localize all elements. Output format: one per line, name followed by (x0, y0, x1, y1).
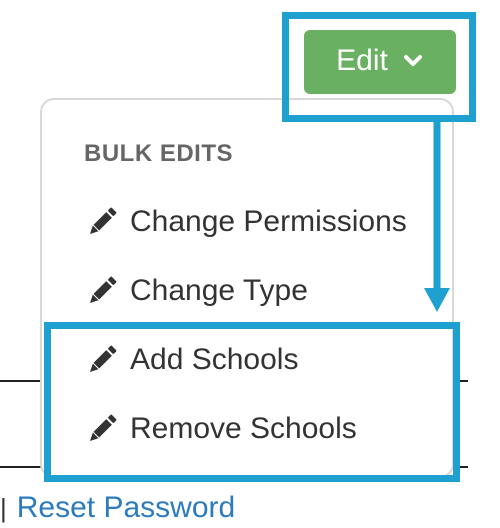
menu-item-label: Change Type (130, 274, 308, 307)
menu-item-label: Change Permissions (130, 205, 407, 238)
menu-item-change-permissions[interactable]: Change Permissions (84, 200, 407, 244)
menu-item-label: Add Schools (130, 343, 299, 376)
menu-item-label: Remove Schools (130, 412, 357, 445)
menu-item-change-type[interactable]: Change Type (84, 269, 308, 313)
pencil-icon (84, 411, 120, 447)
pencil-icon (84, 273, 120, 309)
bulk-edits-menu: BULK EDITS Change Permissions Change Typ… (40, 98, 454, 478)
edit-button-label: Edit (336, 44, 388, 77)
row-actions: | Reset Password (0, 488, 235, 528)
pencil-icon (84, 204, 120, 240)
link-separator: | (0, 492, 7, 523)
reset-password-link[interactable]: Reset Password (17, 491, 235, 525)
pencil-icon (84, 342, 120, 378)
menu-item-add-schools[interactable]: Add Schools (84, 338, 298, 382)
chevron-down-icon (402, 50, 424, 72)
menu-section-header: BULK EDITS (84, 140, 233, 167)
edit-dropdown-button[interactable]: Edit (304, 30, 456, 94)
menu-item-remove-schools[interactable]: Remove Schools (84, 407, 357, 451)
